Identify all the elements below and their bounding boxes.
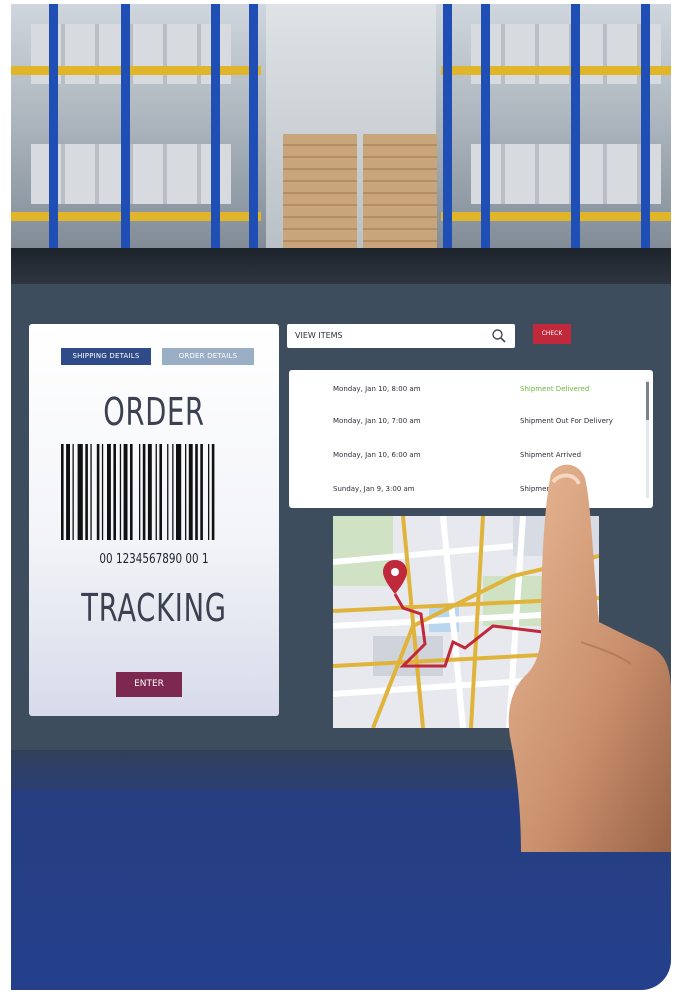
rack-post [443,4,452,254]
tracking-title: TRACKING [81,586,227,630]
pallet [363,134,437,254]
rack-boxes [31,144,231,204]
rack-post [249,4,258,254]
rack-post [641,4,650,254]
barcode [61,444,215,540]
list-item[interactable]: Monday, Jan 10, 7:00 am Shipment Out For… [289,406,637,436]
rack-boxes [471,144,661,204]
shipment-time: Sunday, Jan 9, 3:00 am [333,485,415,493]
rack-post [211,4,220,254]
search-icon[interactable] [491,328,507,344]
order-tracking-panel: SHIPPING DETAILS ORDER DETAILS ORDER 00 … [29,324,279,716]
check-button[interactable]: CHECK [533,324,571,344]
pallet [283,134,357,254]
scrollbar-thumb[interactable] [646,382,649,420]
search-input[interactable]: VIEW ITEMS [287,324,515,348]
shipment-time: Monday, Jan 10, 7:00 am [333,417,421,425]
tab-order-details[interactable]: ORDER DETAILS [162,348,254,365]
rack-post [121,4,130,254]
barcode-number: 00 1234567890 00 1 [99,552,209,567]
list-item[interactable]: Monday, Jan 10, 8:00 am Shipment Deliver… [289,374,637,404]
enter-button[interactable]: ENTER [116,672,182,697]
hero-card: SHIPPING DETAILS ORDER DETAILS ORDER 00 … [11,4,671,990]
shipment-status: Shipment Out For Delivery [520,417,613,425]
warehouse-backdrop [11,4,671,254]
search-placeholder: VIEW ITEMS [295,331,343,340]
monitor-bezel [11,248,671,284]
rack-boxes [31,24,231,84]
shipment-time: Monday, Jan 10, 6:00 am [333,451,421,459]
rack-beam [441,212,671,221]
tab-shipping-details[interactable]: SHIPPING DETAILS [61,348,151,365]
pointing-hand [508,464,671,852]
shipment-status: Shipment Delivered [520,385,590,393]
order-title: ORDER [103,390,205,434]
rack-post [481,4,490,254]
rack-post [49,4,58,254]
rack-beam [441,66,671,75]
rack-boxes [471,24,661,84]
shipment-time: Monday, Jan 10, 8:00 am [333,385,421,393]
rack-post [571,4,580,254]
